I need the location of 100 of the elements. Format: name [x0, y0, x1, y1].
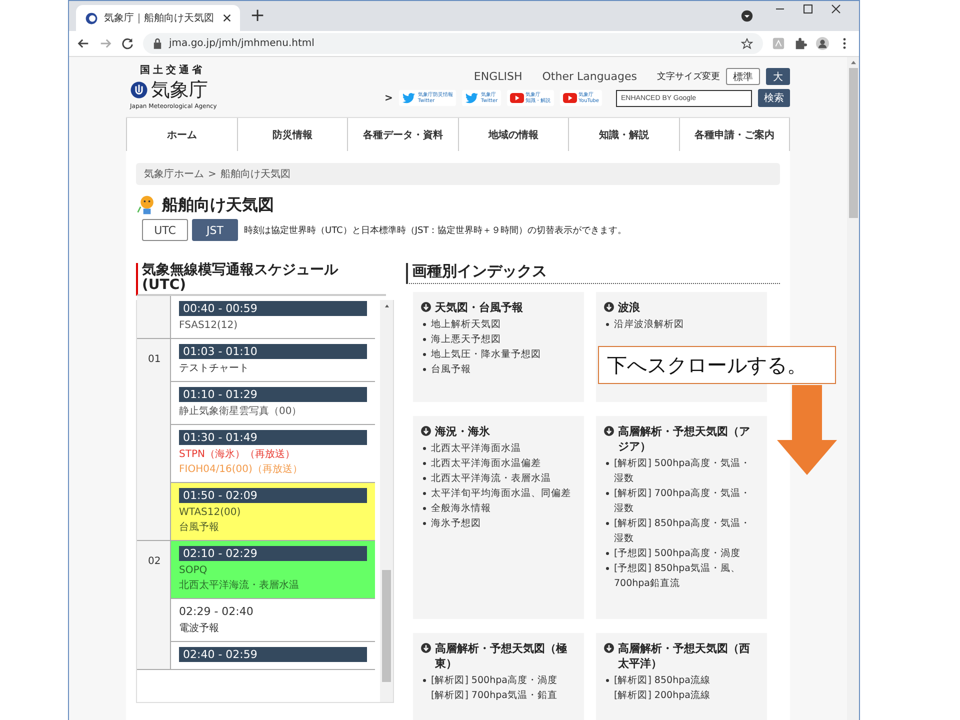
down-arrow-icon — [604, 302, 614, 312]
card-title: 高層解析・予想天気図（極東） — [435, 641, 568, 671]
chart-link[interactable]: 地上気圧・降水量予想図 — [431, 347, 541, 362]
chart-link[interactable]: [予想図] 500hpa高度・渦度 — [614, 546, 740, 561]
time-banner: 01:10 - 01:29 — [179, 387, 367, 402]
chart-link[interactable]: [解析図] 850hpa高度・気温・湿数 — [614, 516, 759, 546]
bullet-icon — [606, 323, 609, 326]
lock-icon — [153, 38, 162, 49]
reload-icon[interactable] — [121, 37, 134, 50]
schedule-heading: 気象無線模写通報スケジュール(UTC) — [142, 263, 340, 293]
chart-link[interactable]: 海上悪天予想図 — [431, 332, 501, 347]
chart-link[interactable]: [解析図] 700hpa高度・気温・湿数 — [614, 486, 759, 516]
breadcrumb-current: 船舶向け天気図 — [220, 168, 290, 181]
breadcrumb-link[interactable]: 気象庁ホーム — [144, 167, 204, 181]
chart-name: WTAS12(00) — [179, 506, 242, 520]
chart-link[interactable]: 台風予報 — [431, 362, 471, 377]
chart-name: 静止気象衛星雲写真（00） — [179, 404, 303, 419]
maximize-icon[interactable] — [803, 4, 813, 14]
star-icon[interactable] — [741, 38, 753, 50]
chart-link[interactable]: [解析図] 850hpa流線 [解析図] 200hpa流線 — [614, 673, 710, 703]
close-icon[interactable] — [831, 4, 841, 14]
chart-name: テストチャート — [179, 362, 250, 376]
time-banner: 01:50 - 02:09 — [179, 488, 367, 503]
callout-box: 下へスクロールする。 — [598, 346, 836, 384]
hour-label: 01 — [148, 354, 161, 365]
card-title: 高層解析・予想天気図（西太平洋） — [618, 641, 751, 671]
time-banner: 01:03 - 01:10 — [179, 344, 367, 359]
down-arrow-icon — [421, 302, 431, 312]
bullet-icon — [606, 462, 609, 465]
down-arrow-icon — [421, 426, 431, 436]
time-label: 02:29 - 02:40 — [179, 604, 254, 619]
card-title: 海況・海氷 — [435, 424, 490, 439]
scroll-thumb[interactable] — [848, 68, 858, 218]
logo-icon — [85, 12, 98, 24]
chart-name: 北西太平洋海流・表層水温 — [179, 578, 300, 593]
close-icon[interactable] — [223, 14, 231, 22]
search-button[interactable]: 検索 — [758, 89, 790, 107]
time-toggle-button[interactable]: UTC — [142, 219, 188, 241]
chart-name: FSAS12(12) — [179, 319, 239, 333]
new-tab-button[interactable]: + — [250, 7, 266, 25]
ministry-name: 国土交通省 — [140, 63, 206, 77]
font-size-button[interactable]: 標準 — [726, 68, 760, 85]
dropdown-icon[interactable] — [741, 10, 753, 22]
chart-link[interactable]: [解析図] 500hpa高度・気温・湿数 — [614, 456, 759, 486]
page-title: 船舶向け天気図 — [162, 194, 274, 216]
bullet-icon — [423, 338, 426, 341]
puzzle-icon[interactable] — [794, 37, 807, 50]
bullet-icon — [423, 679, 426, 682]
card-title: 天気図・台風予報 — [435, 300, 523, 315]
chart-link[interactable]: 沿岸波浪解析図 — [614, 317, 684, 332]
back-arrow-icon[interactable] — [77, 37, 90, 50]
breadcrumb-separator: > — [208, 168, 216, 180]
chart-name: SOPQ — [179, 564, 208, 578]
scroll-up-icon[interactable] — [384, 304, 390, 308]
scroll-thumb[interactable] — [382, 570, 391, 682]
time-toggle-button[interactable]: JST — [192, 219, 238, 241]
bird-icon — [402, 92, 416, 104]
agency-name: 気象庁 — [151, 78, 208, 103]
chart-link[interactable]: 全般海氷情報 — [431, 501, 491, 516]
bullet-icon — [606, 522, 609, 525]
chart-link[interactable]: 海氷予想図 — [431, 516, 481, 531]
scroll-up-icon[interactable] — [850, 60, 856, 65]
chart-link[interactable]: 地上解析天気図 — [431, 317, 501, 332]
card-title: 高層解析・予想天気図（アジア） — [618, 424, 751, 454]
language-link[interactable]: Other Languages — [542, 70, 637, 83]
bullet-icon — [423, 353, 426, 356]
browser-tab[interactable]: 気象庁｜船舶向け天気図 — [76, 5, 240, 31]
chart-link[interactable]: [予想図] 850hpa気温・風、700hpa鉛直流 — [614, 561, 759, 591]
bullet-icon — [423, 447, 426, 450]
bird-icon — [464, 92, 479, 104]
chart-link[interactable]: [解析図] 500hpa高度・渦度 [解析図] 700hpa気温・鉛直 — [431, 673, 558, 703]
chart-link[interactable]: 北西太平洋海面水温 — [431, 441, 521, 456]
bullet-icon — [423, 507, 426, 510]
bullet-icon — [606, 492, 609, 495]
chart-name: STPN（海氷）（再放送） — [179, 448, 296, 462]
chart-link[interactable]: 北西太平洋海面水温偏差 — [431, 456, 541, 471]
play-icon — [510, 92, 524, 104]
font-size-label: 文字サイズ変更 — [657, 70, 720, 83]
card-title: 波浪 — [618, 300, 640, 315]
profile-icon[interactable] — [816, 37, 829, 50]
time-banner: 02:40 - 02:59 — [179, 647, 367, 662]
down-arrow-icon — [604, 643, 614, 653]
chart-name: 台風予報 — [179, 520, 220, 535]
language-link[interactable]: ENGLISH — [474, 70, 522, 83]
bullet-icon — [423, 462, 426, 465]
logo-icon — [130, 81, 148, 99]
more-mark: > — [384, 92, 393, 104]
play-icon — [562, 92, 577, 104]
font-size-button[interactable]: 大 — [766, 68, 790, 85]
chart-link[interactable]: 北西太平洋海流・表層水温 — [431, 471, 551, 486]
scrollbar[interactable] — [380, 300, 393, 702]
chart-link[interactable]: 太平洋旬平均海面水温、同偏差 — [431, 486, 571, 501]
scrollbar[interactable] — [847, 57, 859, 720]
bullet-icon — [423, 492, 426, 495]
bullet-icon — [423, 477, 426, 480]
bullet-icon — [606, 567, 609, 570]
address-bar[interactable]: jma.go.jp/jmh/jmhmenu.html — [143, 33, 763, 54]
chart-name: FIOH04/16(00)（再放送） — [179, 463, 304, 477]
bullet-icon — [423, 368, 426, 371]
hour-label: 02 — [148, 556, 161, 567]
